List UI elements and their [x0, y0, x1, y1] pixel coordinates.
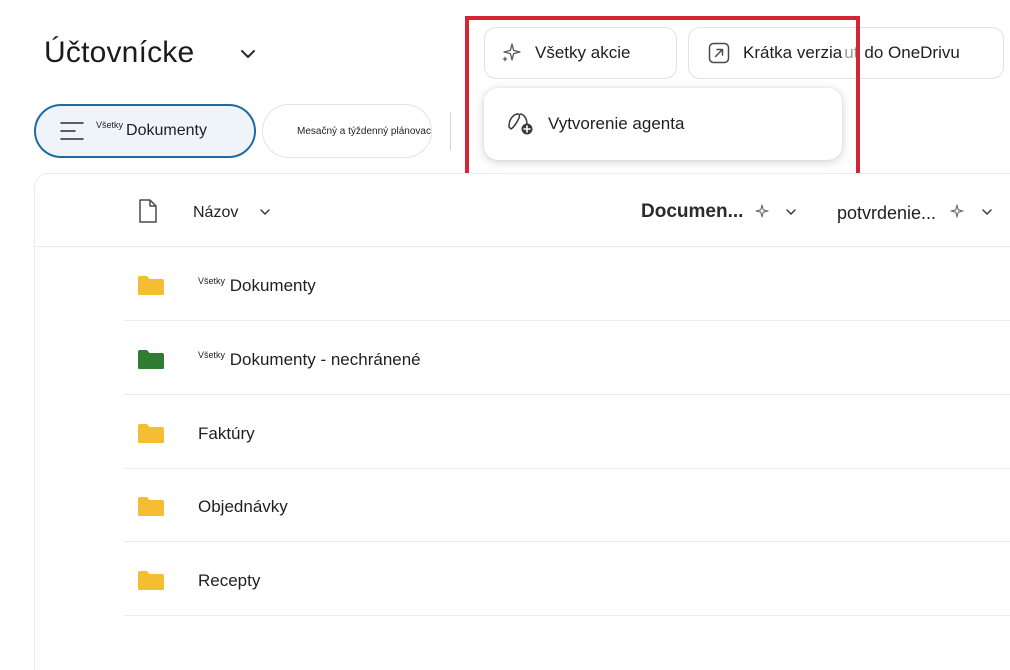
- folder-icon: [138, 350, 164, 369]
- chevron-down-icon[interactable]: [258, 205, 272, 219]
- table-row[interactable]: Faktúry: [124, 396, 1010, 469]
- list-lines-icon: [60, 122, 84, 140]
- actions-dropdown: Vytvorenie agenta: [484, 88, 842, 160]
- short-version-button[interactable]: Krátka verzia ut do OneDrivu: [688, 27, 1004, 79]
- page-title: Účtovnícke: [44, 36, 195, 69]
- table-row[interactable]: Recepty: [124, 543, 1010, 616]
- file-icon: [139, 199, 157, 223]
- row-name-sup: Všetky: [198, 350, 226, 360]
- row-name-sup: Všetky: [198, 276, 226, 286]
- row-name[interactable]: Faktúry: [198, 424, 255, 444]
- folder-icon: [138, 424, 164, 443]
- column-header-documents[interactable]: Documen...: [641, 201, 743, 223]
- column-header-name[interactable]: Názov: [193, 204, 238, 222]
- sparkle-icon: [502, 43, 521, 62]
- table-row[interactable]: Objednávky: [124, 469, 1010, 542]
- view-pill-calendar[interactable]: Mesačný a týždenný plánovací kalendár (W…: [262, 104, 432, 158]
- table-row[interactable]: Všetky Dokumenty - nechránené: [124, 322, 1010, 395]
- all-actions-label: Všetky akcie: [535, 43, 631, 62]
- short-version-label: Krátka verzia: [743, 43, 843, 62]
- view-pill-documents[interactable]: Všetky Dokumenty: [34, 104, 256, 158]
- folder-icon: [138, 571, 164, 590]
- chevron-down-icon[interactable]: [784, 205, 798, 219]
- sparkle-icon: [755, 204, 769, 218]
- view-pill-label: Dokumenty: [126, 122, 207, 139]
- folder-icon: [138, 497, 164, 516]
- row-name[interactable]: Všetky Dokumenty - nechránené: [198, 350, 421, 370]
- row-name[interactable]: Všetky Dokumenty: [198, 276, 316, 296]
- row-name-text: Dokumenty: [229, 276, 316, 295]
- short-version-ghost-text: ut: [844, 43, 859, 62]
- chevron-down-icon[interactable]: [980, 205, 994, 219]
- open-external-icon: [708, 42, 730, 64]
- agent-add-icon: [508, 113, 533, 135]
- create-agent-label: Vytvorenie agenta: [548, 114, 685, 133]
- all-actions-button[interactable]: Všetky akcie: [484, 27, 677, 79]
- pill-divider: [450, 112, 451, 150]
- view-pill-calendar-label: Mesačný a týždenný plánovací kalendár (W…: [297, 125, 432, 137]
- chevron-down-icon[interactable]: [238, 44, 258, 64]
- view-pill-sup: Všetky: [96, 120, 124, 130]
- row-name[interactable]: Recepty: [198, 571, 260, 591]
- header-divider: [34, 246, 1010, 247]
- create-agent-menu-item[interactable]: Vytvorenie agenta: [506, 111, 684, 137]
- row-name[interactable]: Objednávky: [198, 497, 288, 517]
- short-version-suffix: do OneDrivu: [864, 43, 960, 62]
- column-header-confirmation[interactable]: potvrdenie...: [837, 203, 936, 224]
- folder-icon: [138, 276, 164, 295]
- table-row[interactable]: Všetky Dokumenty: [124, 248, 1010, 321]
- row-name-text: Dokumenty - nechránené: [229, 350, 421, 369]
- sparkle-icon: [950, 204, 964, 218]
